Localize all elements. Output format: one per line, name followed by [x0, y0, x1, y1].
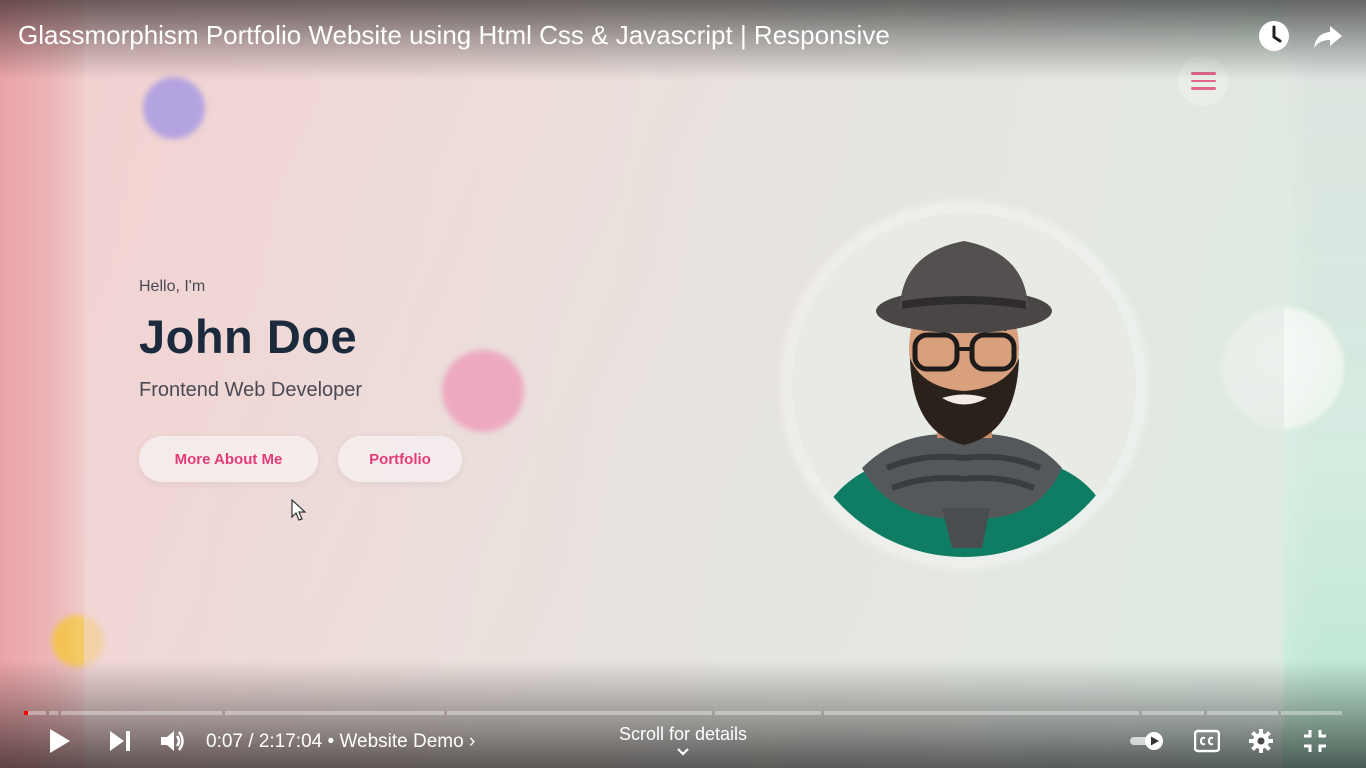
chapter-segment[interactable] [49, 711, 58, 715]
video-title[interactable]: Glassmorphism Portfolio Website using Ht… [18, 20, 890, 51]
scroll-for-details[interactable]: Scroll for details [583, 724, 783, 757]
chapter-title[interactable]: Website Demo [339, 731, 463, 752]
chapter-chevron-icon[interactable]: › [469, 731, 475, 752]
mouse-cursor-icon [291, 499, 307, 521]
decor-pink-circle [442, 350, 524, 432]
scroll-hint-label: Scroll for details [618, 724, 748, 744]
decor-purple-circle [143, 77, 205, 139]
captions-icon[interactable] [1194, 729, 1220, 753]
chapter-separator: • [327, 731, 335, 752]
avatar [792, 213, 1136, 557]
chapter-segment[interactable] [824, 711, 1139, 715]
clock-icon[interactable] [1256, 18, 1292, 54]
greeting-text: Hello, I'm [139, 278, 206, 295]
progress-bar[interactable] [24, 711, 1342, 715]
chapter-segment[interactable] [225, 711, 444, 715]
play-icon[interactable] [44, 726, 74, 756]
autoplay-toggle-icon[interactable] [1129, 730, 1165, 752]
current-time: 0:07 [206, 731, 243, 752]
progress-played [24, 711, 28, 715]
chapter-segment[interactable] [715, 711, 821, 715]
chapter-segment[interactable] [1281, 711, 1342, 715]
hero-name: John Doe [139, 310, 358, 363]
next-icon[interactable] [106, 728, 134, 754]
settings-icon[interactable] [1248, 728, 1274, 754]
avatar-illustration [792, 213, 1136, 557]
duration: 2:17:04 [258, 731, 323, 752]
chapter-segment[interactable] [61, 711, 222, 715]
portfolio-button[interactable]: Portfolio [338, 436, 462, 482]
chevron-down-icon [677, 748, 689, 756]
more-about-me-button[interactable]: More About Me [139, 436, 318, 482]
chapter-segment[interactable] [1142, 711, 1204, 715]
share-arrow-icon[interactable] [1310, 18, 1346, 54]
volume-icon[interactable] [158, 727, 188, 755]
video-player[interactable]: Hello, I'm John Doe Frontend Web Develop… [0, 0, 1366, 768]
chapter-segment[interactable] [1207, 711, 1278, 715]
time-separator: / [248, 731, 254, 752]
chapter-segment[interactable] [447, 711, 712, 715]
exit-fullscreen-icon[interactable] [1302, 728, 1328, 754]
time-display: 0:07 / 2:17:04 • Website Demo › [206, 731, 475, 753]
hero-role: Frontend Web Developer [139, 379, 363, 401]
